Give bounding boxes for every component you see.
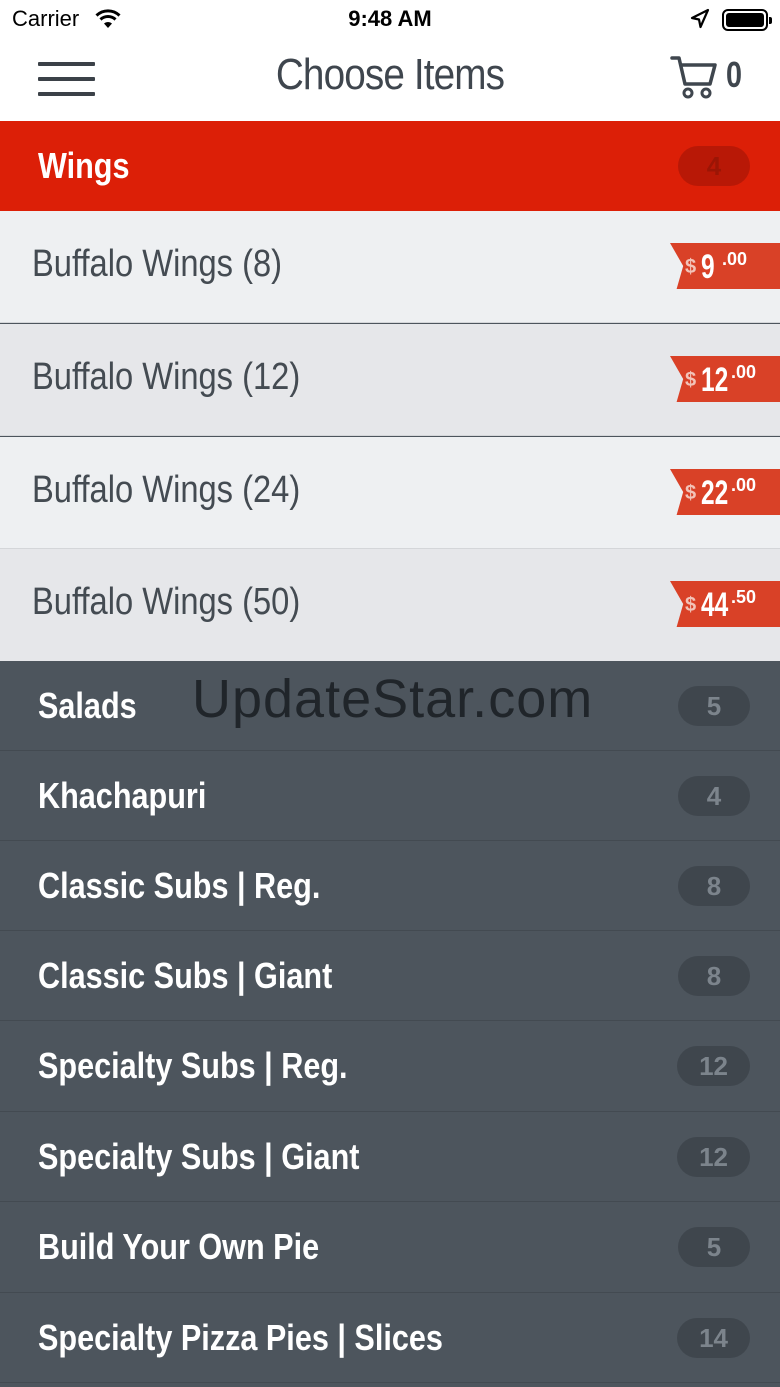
price-cents: .00 (731, 475, 757, 495)
category-label: Build Your Own Pie (38, 1226, 320, 1267)
category-row[interactable]: Khachapuri 4 (0, 751, 780, 841)
item-name: Buffalo Wings (8) (32, 243, 283, 285)
category-count-badge: 5 (678, 1227, 750, 1267)
price-whole: 9 (701, 248, 715, 286)
price-currency: $ (685, 482, 697, 504)
price-cents: .50 (731, 587, 757, 607)
price-currency: $ (685, 594, 697, 616)
category-count-badge: 5 (678, 686, 750, 726)
category-label: Specialty Subs | Giant (38, 1136, 360, 1177)
menu-item[interactable]: Buffalo Wings (50) $ 44 .50 (0, 549, 780, 661)
menu-item[interactable]: Buffalo Wings (8) $ 9 .00 (0, 211, 780, 323)
price-currency: $ (685, 256, 697, 278)
price-cents: .00 (731, 362, 757, 382)
cart-icon (670, 54, 718, 105)
category-label: Classic Subs | Reg. (38, 865, 321, 906)
category-wings[interactable]: Wings 4 (0, 121, 780, 211)
category-count-badge: 12 (677, 1046, 750, 1086)
category-label: Khachapuri (38, 775, 207, 816)
category-row[interactable]: Specialty Pizza Pies | Slices 14 (0, 1293, 780, 1383)
item-name: Buffalo Wings (12) (32, 356, 301, 398)
menu-item[interactable]: Buffalo Wings (12) $ 12 .00 (0, 324, 780, 436)
category-label: Specialty Subs | Reg. (38, 1045, 348, 1086)
category-count-badge: 12 (677, 1137, 750, 1177)
price-tag: $ 9 .00 (670, 243, 780, 289)
category-count-badge: 8 (678, 866, 750, 906)
menu-item[interactable]: Buffalo Wings (24) $ 22 .00 (0, 437, 780, 549)
nav-bar: Choose Items 0 (0, 40, 780, 121)
status-time: 9:48 AM (348, 6, 432, 31)
category-label: Specialty Pizza Pies | Slices (38, 1317, 443, 1358)
category-label: Classic Subs | Giant (38, 955, 333, 996)
category-row[interactable]: Specialty Subs | Giant 12 (0, 1112, 780, 1202)
price-whole: 12 (701, 361, 729, 399)
price-tag: $ 44 .50 (670, 581, 780, 627)
battery-icon (722, 9, 772, 31)
category-count-badge: 8 (678, 956, 750, 996)
status-bar: Carrier 9:48 AM (0, 0, 780, 40)
category-label: Wings (38, 145, 130, 186)
price-tag: $ 12 .00 (670, 356, 780, 402)
price-tag: $ 22 .00 (670, 469, 780, 515)
item-name: Buffalo Wings (24) (32, 469, 301, 511)
category-count-badge: 14 (677, 1318, 750, 1358)
cart-button[interactable]: 0 (670, 52, 770, 104)
page-title: Choose Items (275, 50, 505, 99)
cart-count: 0 (726, 54, 743, 95)
category-row[interactable]: Classic Subs | Giant 8 (0, 931, 780, 1021)
price-whole: 44 (701, 586, 729, 624)
price-whole: 22 (701, 474, 729, 512)
price-cents: .00 (722, 249, 748, 269)
location-arrow-icon (690, 8, 710, 35)
category-count-badge: 4 (678, 146, 750, 186)
category-row[interactable]: Specialty Subs | Reg. 12 (0, 1021, 780, 1112)
item-name: Buffalo Wings (50) (32, 581, 301, 623)
category-label: Salads (38, 685, 137, 726)
price-currency: $ (685, 369, 697, 391)
category-row[interactable]: Build Your Own Pie 5 (0, 1202, 780, 1293)
category-count-badge: 4 (678, 776, 750, 816)
category-row[interactable]: Classic Subs | Reg. 8 (0, 841, 780, 931)
category-row[interactable]: Salads 5 (0, 661, 780, 751)
